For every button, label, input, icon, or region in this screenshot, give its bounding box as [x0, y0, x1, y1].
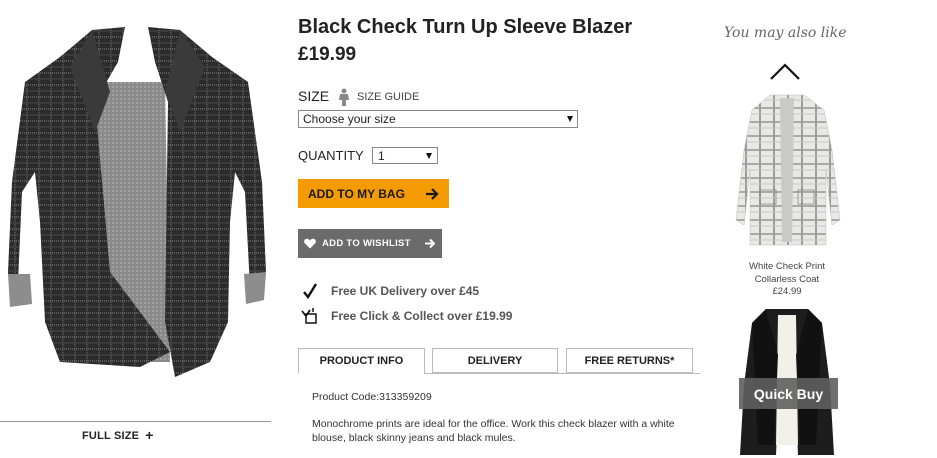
product-main-image[interactable] [0, 22, 272, 392]
size-select[interactable]: Choose your size [298, 110, 578, 128]
click-collect-icon [300, 307, 320, 325]
quantity-selected-value: 1 [378, 148, 385, 163]
arrow-right-icon [425, 238, 436, 249]
dropdown-arrow-icon [567, 116, 573, 122]
tab-product-info[interactable]: PRODUCT INFO [298, 348, 425, 374]
size-guide-person-icon [339, 88, 349, 106]
product-price: £19.99 [298, 44, 357, 65]
click-collect-text: Free Click & Collect over £19.99 [331, 309, 513, 323]
size-label: SIZE [298, 88, 330, 104]
add-to-wishlist-button[interactable]: ADD TO WISHLIST [298, 229, 442, 258]
recommendation-image-white-check-coat[interactable] [728, 90, 846, 250]
quantity-select[interactable]: 1 [372, 147, 438, 164]
product-title: Black Check Turn Up Sleeve Blazer [298, 16, 633, 38]
quantity-label: QUANTITY [298, 148, 364, 163]
full-size-link[interactable]: FULL SIZE + [82, 427, 154, 443]
recommendation-name[interactable]: White Check Print Collarless Coat [728, 260, 846, 286]
tab-divider [424, 373, 700, 374]
add-to-bag-button[interactable]: ADD TO MY BAG [298, 179, 449, 208]
dropdown-arrow-icon [426, 152, 432, 159]
checkmark-icon [300, 282, 320, 300]
add-to-wishlist-label: ADD TO WISHLIST [322, 238, 411, 249]
recommendations-heading: You may also like [724, 25, 847, 41]
arrow-right-icon [426, 187, 439, 200]
add-to-bag-label: ADD TO MY BAG [308, 186, 405, 201]
product-code: Product Code:313359209 [312, 391, 432, 403]
recommendation-price: £24.99 [772, 286, 802, 297]
heart-icon [304, 238, 316, 249]
size-selected-value: Choose your size [303, 112, 396, 126]
size-guide-link[interactable]: SIZE GUIDE [337, 88, 419, 106]
click-collect-info: Free Click & Collect over £19.99 [300, 307, 512, 325]
plus-icon: + [145, 427, 154, 443]
product-description: Monochrome prints are ideal for the offi… [312, 418, 675, 444]
quick-buy-button[interactable]: Quick Buy [739, 378, 838, 409]
chevron-up-icon[interactable] [769, 62, 801, 82]
free-delivery-text: Free UK Delivery over £45 [331, 284, 480, 298]
free-delivery-info: Free UK Delivery over £45 [300, 282, 479, 300]
full-size-label: FULL SIZE [82, 430, 140, 442]
tab-delivery[interactable]: DELIVERY [432, 348, 558, 373]
size-guide-label: SIZE GUIDE [357, 91, 420, 103]
tab-free-returns[interactable]: FREE RETURNS* [566, 348, 693, 373]
